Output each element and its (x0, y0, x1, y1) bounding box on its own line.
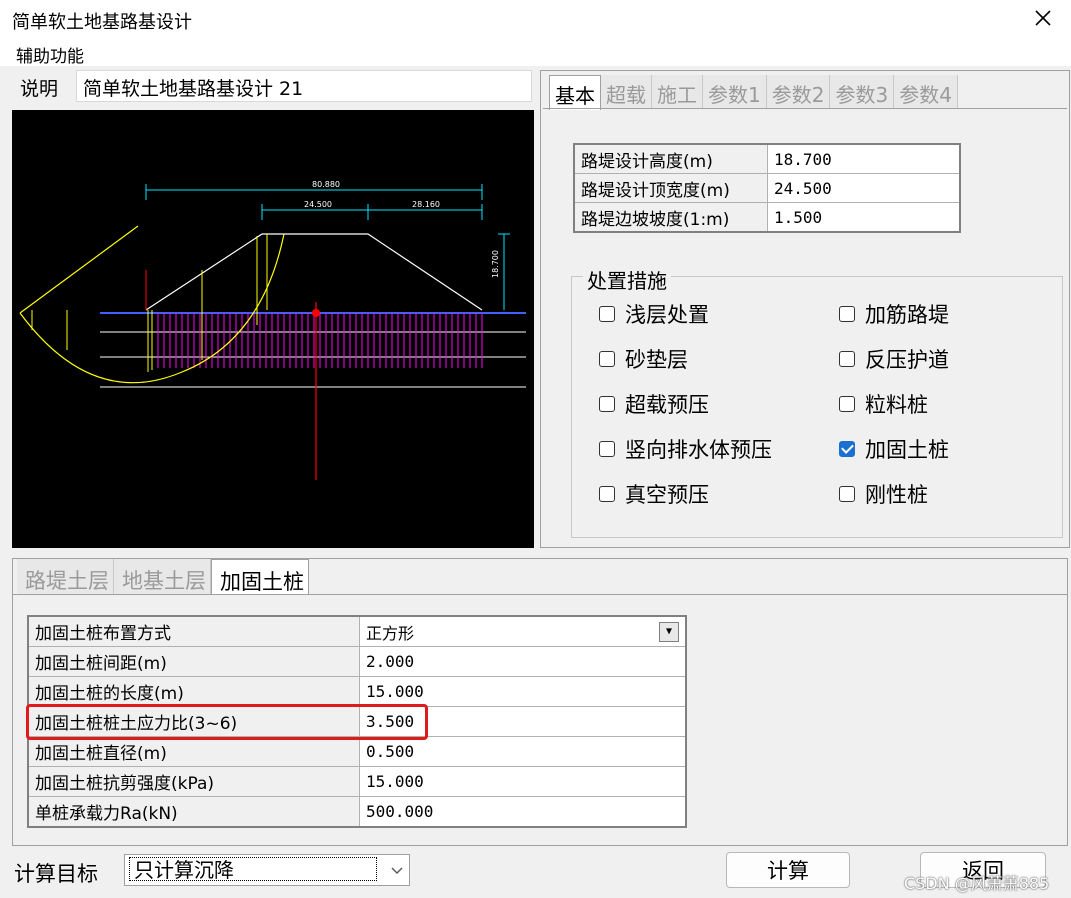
chevron-down-icon[interactable] (391, 864, 403, 876)
tab-param2[interactable]: 参数2 (766, 75, 831, 109)
param-name: 路堤边坡坡度(1:m) (573, 202, 768, 233)
checkbox-box[interactable] (839, 396, 855, 412)
table-row: 加固土桩布置方式 正方形 ▼ (27, 615, 687, 647)
param-name: 加固土桩抗剪强度(kPa) (27, 766, 360, 797)
measures-group-label: 处置措施 (583, 265, 671, 294)
checkbox-box[interactable] (839, 486, 855, 502)
bottom-panel: 路堤土层 地基土层 加固土桩 加固土桩布置方式 正方形 ▼ 加固土桩间距(m) 2… (12, 558, 1068, 846)
table-row: 路堤设计顶宽度(m) 24.500 (573, 173, 961, 203)
param-value[interactable]: 18.700 (767, 143, 961, 174)
checkbox-reinforced-embankment[interactable]: 加筋路堤 (839, 299, 949, 329)
table-row: 加固土桩直径(m) 0.500 (27, 736, 687, 767)
table-row: 单桩承载力Ra(kN) 500.000 (27, 796, 687, 828)
checkbox-box[interactable] (839, 351, 855, 367)
tab-soil-pile[interactable]: 加固土桩 (211, 559, 309, 595)
dim-label-height: 18.700 (491, 250, 500, 278)
layout-dropdown[interactable]: 正方形 ▼ (359, 615, 687, 647)
table-row: 路堤设计高度(m) 18.700 (573, 143, 961, 174)
menu-item-assist[interactable]: 辅助功能 (16, 42, 84, 67)
close-icon[interactable] (1029, 4, 1057, 32)
dim-label-right: 28.160 (412, 200, 440, 209)
title-bar: 简单软土地基路基设计 (0, 0, 1071, 39)
param-name: 单桩承载力Ra(kN) (27, 796, 360, 828)
param-name: 路堤设计顶宽度(m) (573, 173, 768, 203)
param-value[interactable]: 24.500 (767, 173, 961, 203)
checkbox-vacuum-preload[interactable]: 真空预压 (599, 479, 709, 509)
bottom-tab-bar: 路堤土层 地基土层 加固土桩 (17, 559, 309, 595)
dim-label-total: 80.880 (312, 180, 340, 189)
checkbox-box[interactable] (599, 351, 615, 367)
tab-foundation-soil[interactable]: 地基土层 (114, 559, 211, 595)
table-row: 路堤边坡坡度(1:m) 1.500 (573, 202, 961, 233)
tab-param1[interactable]: 参数1 (703, 75, 767, 109)
calc-target-value: 只计算沉降 (129, 857, 377, 882)
tab-construction[interactable]: 施工 (652, 75, 703, 109)
checkbox-soil-pile[interactable]: 加固土桩 (839, 434, 949, 464)
section-drawing: 80.880 24.500 28.160 18.700 (12, 110, 534, 548)
checkbox-checked-icon[interactable] (839, 441, 855, 457)
param-name: 加固土桩直径(m) (27, 736, 360, 767)
param-value[interactable]: 15.000 (359, 676, 687, 707)
param-name: 加固土桩布置方式 (27, 615, 360, 647)
checkbox-box[interactable] (599, 486, 615, 502)
highlight-box (26, 704, 428, 740)
description-input[interactable]: 简单软土地基路基设计 21 (76, 70, 532, 102)
window-title: 简单软土地基路基设计 (12, 12, 192, 33)
param-name: 加固土桩的长度(m) (27, 676, 360, 707)
checkbox-box[interactable] (599, 441, 615, 457)
param-name: 加固土桩间距(m) (27, 646, 360, 677)
param-value[interactable]: 1.500 (767, 202, 961, 233)
table-row: 加固土桩的长度(m) 15.000 (27, 676, 687, 707)
param-name: 路堤设计高度(m) (573, 143, 768, 174)
right-panel: 基本 超载 施工 参数1 参数2 参数3 参数4 路堤设计高度(m) 18.70… (540, 70, 1070, 548)
description-label: 说明 (20, 78, 59, 100)
checkbox-vertical-drain[interactable]: 竖向排水体预压 (599, 434, 772, 464)
tab-basic[interactable]: 基本 (549, 75, 601, 110)
calc-target-select[interactable]: 只计算沉降 (124, 854, 410, 886)
param-value[interactable]: 2.000 (359, 646, 687, 677)
checkbox-box[interactable] (839, 306, 855, 322)
watermark: CSDN @风萧萧885 (904, 874, 1050, 893)
checkbox-rigid-pile[interactable]: 刚性桩 (839, 479, 928, 509)
basic-params-table: 路堤设计高度(m) 18.700 路堤设计顶宽度(m) 24.500 路堤边坡坡… (573, 143, 961, 233)
checkbox-sand-cushion[interactable]: 砂垫层 (599, 344, 688, 374)
table-row: 加固土桩间距(m) 2.000 (27, 646, 687, 677)
checkbox-surcharge-preload[interactable]: 超载预压 (599, 389, 709, 419)
chevron-down-icon[interactable]: ▼ (659, 621, 679, 642)
table-row: 加固土桩抗剪强度(kPa) 15.000 (27, 766, 687, 797)
tab-param3[interactable]: 参数3 (830, 75, 895, 109)
param-value[interactable]: 0.500 (359, 736, 687, 767)
dim-label-top: 24.500 (304, 200, 332, 209)
calculate-button[interactable]: 计算 (726, 852, 850, 888)
checkbox-box[interactable] (599, 396, 615, 412)
checkbox-granular-pile[interactable]: 粒料桩 (839, 389, 928, 419)
menu-bar: 辅助功能 (0, 38, 1071, 67)
tab-overload[interactable]: 超载 (601, 75, 652, 109)
checkbox-box[interactable] (599, 306, 615, 322)
param-value[interactable]: 15.000 (359, 766, 687, 797)
param-value[interactable]: 500.000 (359, 796, 687, 828)
tab-embankment-soil[interactable]: 路堤土层 (17, 559, 114, 595)
right-tab-bar: 基本 超载 施工 参数1 参数2 参数3 参数4 (549, 75, 958, 110)
calc-target-label: 计算目标 (14, 862, 98, 886)
checkbox-shallow-treatment[interactable]: 浅层处置 (599, 299, 709, 329)
checkbox-counter-berm[interactable]: 反压护道 (839, 344, 949, 374)
tab-param4[interactable]: 参数4 (894, 75, 958, 109)
